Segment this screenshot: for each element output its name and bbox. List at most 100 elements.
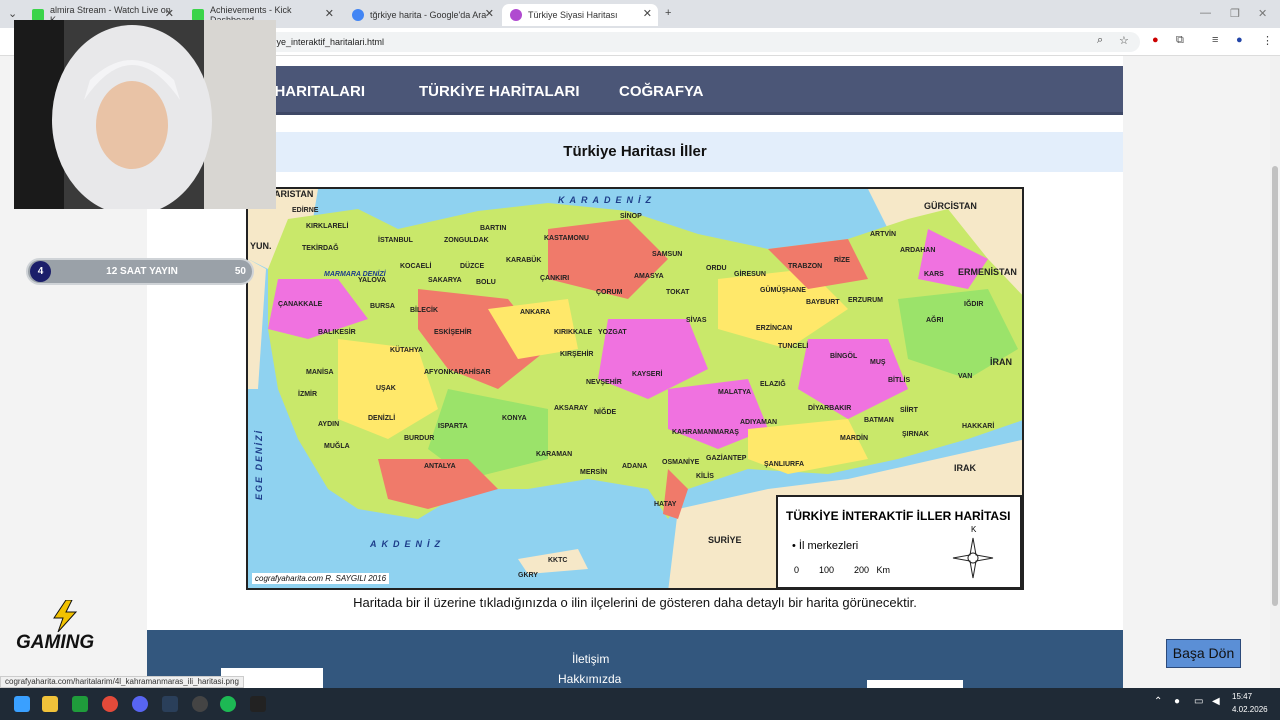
zoom-icon[interactable]: ⌕ xyxy=(1097,34,1103,47)
province-label[interactable]: KÜTAHYA xyxy=(390,347,423,354)
province-label[interactable]: ADANA xyxy=(622,463,647,470)
province-label[interactable]: AYDIN xyxy=(318,421,339,428)
province-label[interactable]: TEKİRDAĞ xyxy=(302,245,339,252)
tray-chevron-icon[interactable]: ⌃ xyxy=(1154,696,1162,707)
nav-item-turkiye-haritalari[interactable]: TÜRKİYE HARİTALARI xyxy=(419,83,580,100)
spotify-icon[interactable] xyxy=(220,696,236,712)
province-label[interactable]: TOKAT xyxy=(666,289,689,296)
mic-icon[interactable]: ● xyxy=(1174,696,1180,707)
menu-icon[interactable]: ⋮ xyxy=(1262,34,1273,47)
province-label[interactable]: EDİRNE xyxy=(292,207,318,214)
province-label[interactable]: KONYA xyxy=(502,415,527,422)
close-icon[interactable]: ✕ xyxy=(325,7,334,20)
province-label[interactable]: ERZURUM xyxy=(848,297,883,304)
province-label[interactable]: MANİSA xyxy=(306,369,334,376)
province-label[interactable]: NİĞDE xyxy=(594,409,616,416)
extensions-icon[interactable]: ⧉ xyxy=(1176,34,1184,47)
close-icon[interactable]: ✕ xyxy=(643,7,652,20)
close-icon[interactable]: ✕ xyxy=(165,7,174,20)
province-label[interactable]: BALIKESİR xyxy=(318,329,356,336)
province-label[interactable]: KIRIKKALE xyxy=(554,329,592,336)
province-label[interactable]: TUNCELİ xyxy=(778,343,808,350)
province-label[interactable]: YALOVA xyxy=(358,277,386,284)
close-icon[interactable]: ✕ xyxy=(485,7,494,20)
province-label[interactable]: MARDİN xyxy=(840,435,868,442)
profile-avatar[interactable]: ● xyxy=(1236,34,1243,46)
province-label[interactable]: BURSA xyxy=(370,303,395,310)
volume-icon[interactable]: ◀ xyxy=(1212,696,1220,707)
province-label[interactable]: HATAY xyxy=(654,501,676,508)
province-label[interactable]: ISPARTA xyxy=(438,423,468,430)
province-label[interactable]: ÇANKIRI xyxy=(540,275,569,282)
province-label[interactable]: HAKKARİ xyxy=(962,423,994,430)
province-label[interactable]: GAZİANTEP xyxy=(706,455,746,462)
obs-icon[interactable] xyxy=(192,696,208,712)
province-label[interactable]: BİTLİS xyxy=(888,377,910,384)
chrome-icon[interactable] xyxy=(102,696,118,712)
tab-list-icon[interactable]: ⌄ xyxy=(8,7,17,20)
province-label[interactable]: KASTAMONU xyxy=(544,235,589,242)
province-label[interactable]: SİNOP xyxy=(620,213,642,220)
province-label[interactable]: ANTALYA xyxy=(424,463,456,470)
province-label[interactable]: BİLECİK xyxy=(410,307,438,314)
province-label[interactable]: ŞIRNAK xyxy=(902,431,929,438)
province-label[interactable]: BAYBURT xyxy=(806,299,840,306)
footer-link-hakkimizda[interactable]: Hakkımızda xyxy=(558,672,621,686)
turkey-map[interactable]: KARADENİZ AKDENİZ EGE DENİZİ MARMARA DEN… xyxy=(246,187,1024,590)
province-label[interactable]: SAMSUN xyxy=(652,251,682,258)
province-label[interactable]: ERZİNCAN xyxy=(756,325,792,332)
province-label[interactable]: ANKARA xyxy=(520,309,550,316)
province-label[interactable]: ORDU xyxy=(706,265,727,272)
province-label[interactable]: BARTIN xyxy=(480,225,506,232)
province-label[interactable]: ARTVİN xyxy=(870,231,896,238)
province-label[interactable]: MUĞLA xyxy=(324,443,350,450)
windows-start-icon[interactable] xyxy=(14,696,30,712)
province-label[interactable]: KAHRAMANMARAŞ xyxy=(672,429,739,436)
province-label[interactable]: ZONGULDAK xyxy=(444,237,489,244)
province-label[interactable]: BATMAN xyxy=(864,417,894,424)
province-label[interactable]: KARABÜK xyxy=(506,257,541,264)
province-label[interactable]: BOLU xyxy=(476,279,496,286)
minimize-icon[interactable]: — xyxy=(1200,7,1211,19)
province-label[interactable]: KARAMAN xyxy=(536,451,572,458)
province-label[interactable]: TRABZON xyxy=(788,263,822,270)
province-label[interactable]: AĞRI xyxy=(926,317,944,324)
network-icon[interactable]: ▭ xyxy=(1194,696,1203,707)
province-label[interactable]: AKSARAY xyxy=(554,405,588,412)
address-bar[interactable]: kiye_interaktif_haritalari.html xyxy=(200,32,1140,52)
province-label[interactable]: ÇORUM xyxy=(596,289,622,296)
province-label[interactable]: KIRŞEHİR xyxy=(560,351,593,358)
province-label[interactable]: RİZE xyxy=(834,257,850,264)
province-label[interactable]: YOZGAT xyxy=(598,329,627,336)
new-tab-icon[interactable]: + xyxy=(665,7,671,19)
province-label[interactable]: MERSİN xyxy=(580,469,607,476)
province-label[interactable]: ESKİŞEHİR xyxy=(434,329,472,336)
province-label[interactable]: UŞAK xyxy=(376,385,396,392)
province-label[interactable]: KIRKLARELİ xyxy=(306,223,348,230)
file-explorer-icon[interactable] xyxy=(42,696,58,712)
discord-icon[interactable] xyxy=(132,696,148,712)
province-label[interactable]: BURDUR xyxy=(404,435,434,442)
province-label[interactable]: KARS xyxy=(924,271,944,278)
province-label[interactable]: DİYARBAKIR xyxy=(808,405,851,412)
bookmark-star-icon[interactable]: ☆ xyxy=(1119,34,1129,47)
province-label[interactable]: ÇANAKKALE xyxy=(278,301,322,308)
province-label[interactable]: KİLİS xyxy=(696,473,714,480)
extension-badge-icon[interactable]: ● xyxy=(1152,34,1159,46)
province-label[interactable]: AMASYA xyxy=(634,273,664,280)
province-label[interactable]: OSMANİYE xyxy=(662,459,699,466)
province-label[interactable]: İSTANBUL xyxy=(378,237,413,244)
province-label[interactable]: SAKARYA xyxy=(428,277,462,284)
province-label[interactable]: IĞDIR xyxy=(964,301,983,308)
province-label[interactable]: NEVŞEHİR xyxy=(586,379,622,386)
province-label[interactable]: MUŞ xyxy=(870,359,886,366)
media-icon[interactable]: ≡ xyxy=(1212,34,1218,46)
footer-link-iletisim[interactable]: İletişim xyxy=(572,652,609,666)
province-label[interactable]: ELAZIĞ xyxy=(760,381,786,388)
province-label[interactable]: DENİZLİ xyxy=(368,415,395,422)
province-label[interactable]: GİRESUN xyxy=(734,271,766,278)
province-label[interactable]: MALATYA xyxy=(718,389,751,396)
province-label[interactable]: ARDAHAN xyxy=(900,247,935,254)
scrollbar-thumb[interactable] xyxy=(1272,166,1278,606)
province-label[interactable]: VAN xyxy=(958,373,972,380)
